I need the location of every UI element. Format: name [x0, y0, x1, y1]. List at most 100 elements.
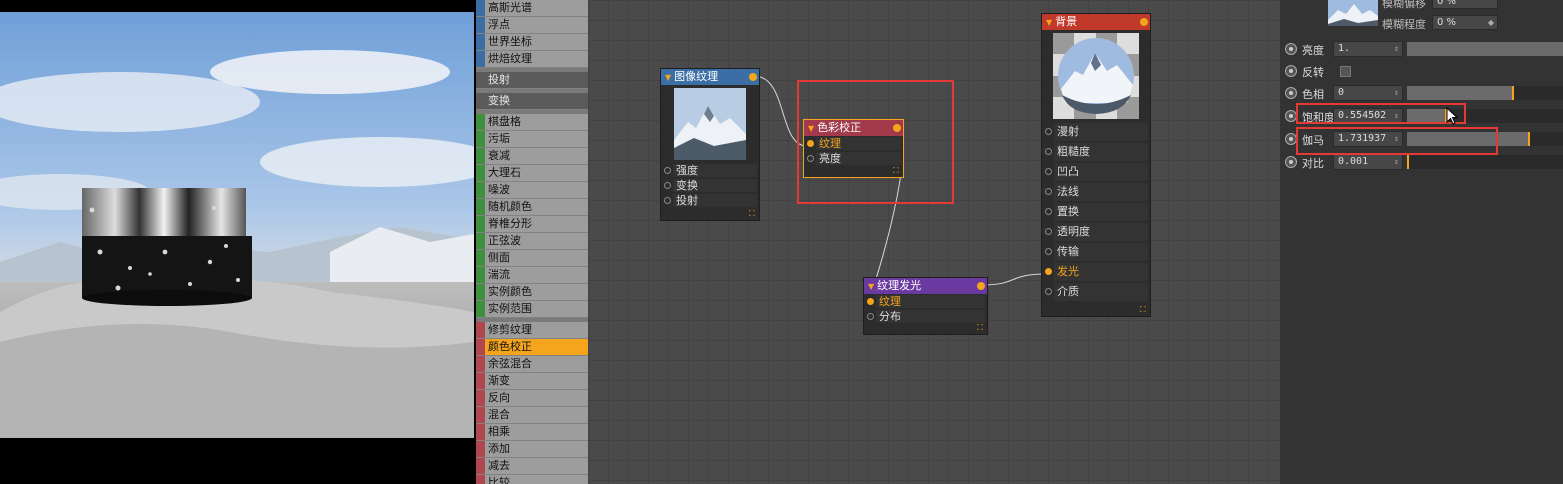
node-list-item[interactable]: 渐变: [476, 373, 588, 390]
port-displacement[interactable]: 置换: [1042, 202, 1150, 222]
node-list-item[interactable]: 实例范围: [476, 301, 588, 318]
port-roughness[interactable]: 粗糙度: [1042, 142, 1150, 162]
material-preview-sphere: [1053, 33, 1139, 119]
resize-icon[interactable]: ⛶: [749, 210, 757, 218]
blur-amount-row: 模糊程度 0 % ◆: [1382, 15, 1562, 31]
node-list-item[interactable]: 衰减: [476, 148, 588, 165]
blur-amount-input[interactable]: 0 % ◆: [1432, 15, 1498, 30]
output-port[interactable]: [749, 73, 757, 81]
contrast-row: 对比 0.001 ⇕: [1280, 153, 1563, 171]
invert-checkbox[interactable]: [1340, 66, 1351, 77]
resize-icon[interactable]: ⛶: [977, 324, 985, 332]
node-list-item[interactable]: 混合: [476, 407, 588, 424]
texture-preview-thumbnail: [1328, 0, 1378, 26]
node-list-item[interactable]: 脊椎分形: [476, 216, 588, 233]
port-medium[interactable]: 介质: [1042, 282, 1150, 302]
image-texture-node[interactable]: ▼ 图像纹理 强度 变换 投射 ⛶: [660, 68, 760, 221]
node-list-item[interactable]: 世界坐标: [476, 34, 588, 51]
port-normal[interactable]: 法线: [1042, 182, 1150, 202]
node-list-item[interactable]: 棋盘格: [476, 114, 588, 131]
animate-toggle-icon[interactable]: [1285, 65, 1297, 77]
node-list-item[interactable]: 污垢: [476, 131, 588, 148]
render-viewport[interactable]: [0, 0, 476, 484]
node-list-item[interactable]: 正弦波: [476, 233, 588, 250]
node-list-item[interactable]: 烘焙纹理: [476, 51, 588, 68]
invert-row: 反转: [1280, 62, 1563, 80]
port-transmission[interactable]: 传输: [1042, 242, 1150, 262]
collapse-triangle-icon[interactable]: ▼: [665, 73, 671, 82]
node-list-item[interactable]: 余弦混合: [476, 356, 588, 373]
node-list-item[interactable]: 大理石: [476, 165, 588, 182]
node-list-item[interactable]: 高斯光谱: [476, 0, 588, 17]
port-texture[interactable]: 纹理: [864, 294, 987, 309]
node-list-item[interactable]: 投射: [476, 72, 588, 89]
node-list-item[interactable]: 实例颜色: [476, 284, 588, 301]
output-port[interactable]: [977, 282, 985, 290]
wire-emission-to-background: [981, 273, 1047, 286]
port-intensity[interactable]: 强度: [661, 163, 759, 178]
node-list-item[interactable]: 修剪纹理: [476, 322, 588, 339]
spinner-icon[interactable]: ⇕: [1394, 155, 1399, 169]
hue-label: 色相: [1302, 88, 1324, 101]
node-list-item[interactable]: 减去: [476, 458, 588, 475]
port-bump[interactable]: 凹凸: [1042, 162, 1150, 182]
texture-emission-node[interactable]: ▼ 纹理发光 纹理 分布 ⛶: [863, 277, 988, 335]
node-title: 图像纹理: [674, 70, 719, 83]
image-texture-header[interactable]: ▼ 图像纹理: [661, 69, 759, 85]
texture-emission-header[interactable]: ▼ 纹理发光: [864, 278, 987, 294]
spinner-icon[interactable]: ⇕: [1394, 42, 1399, 56]
brightness-input[interactable]: 1. ⇕: [1333, 41, 1403, 57]
spinner-icon[interactable]: ⇕: [1394, 86, 1399, 100]
node-list-item[interactable]: 添加: [476, 441, 588, 458]
annotation-box-saturation: [1296, 103, 1466, 124]
brightness-label: 亮度: [1302, 44, 1324, 57]
blur-offset-input[interactable]: 0 %: [1432, 0, 1498, 9]
node-list-item[interactable]: 侧面: [476, 250, 588, 267]
output-port[interactable]: [1140, 18, 1148, 26]
background-material-node[interactable]: ▼ 背景 漫射 粗糙度 凹凸 法线 置换 透明度 传输 发光 介质 ⛶: [1041, 13, 1151, 317]
annotation-box-gamma: [1296, 127, 1498, 155]
brightness-row: 亮度 1. ⇕: [1280, 40, 1563, 58]
node-list-item[interactable]: 湍流: [476, 267, 588, 284]
blur-amount-label: 模糊程度: [1382, 18, 1426, 31]
node-editor-canvas[interactable]: ▼图像纹理 强度 变换 投射 ⛶ ▼色彩校正 纹理 亮度 ⛶ ▼纹理发光: [588, 0, 1280, 484]
animate-toggle-icon[interactable]: [1285, 43, 1297, 55]
contrast-input[interactable]: 0.001 ⇕: [1333, 154, 1403, 170]
properties-panel: 模糊偏移 0 % 模糊程度 0 % ◆ 亮度 1. ⇕ 反转 色相 0 ⇕ 饱和度 0.55450…: [1280, 0, 1563, 484]
node-title: 纹理发光: [877, 279, 922, 292]
port-emission[interactable]: 发光: [1042, 262, 1150, 282]
node-list-item[interactable]: 变换: [476, 93, 588, 110]
port-transform[interactable]: 变换: [661, 178, 759, 193]
node-type-list: 高斯光谱 浮点 世界坐标 烘焙纹理投射变换棋盘格 污垢 衰减 大理石 噪波 随机颜色 脊椎分形 正弦…: [476, 0, 588, 484]
resize-icon[interactable]: ⛶: [1140, 306, 1148, 314]
mouse-cursor-icon: [1446, 106, 1459, 128]
node-list-item[interactable]: 反向: [476, 390, 588, 407]
hue-input[interactable]: 0 ⇕: [1333, 85, 1403, 101]
hue-row: 色相 0 ⇕: [1280, 84, 1563, 102]
animate-toggle-icon[interactable]: [1285, 87, 1297, 99]
node-list-item[interactable]: 噪波: [476, 182, 588, 199]
node-list-item[interactable]: 相乘: [476, 424, 588, 441]
node-list-item[interactable]: 颜色校正: [476, 339, 588, 356]
collapse-triangle-icon[interactable]: ▼: [868, 282, 874, 291]
image-texture-thumbnail: [674, 88, 746, 160]
port-distribution[interactable]: 分布: [864, 309, 987, 324]
contrast-label: 对比: [1302, 157, 1324, 170]
node-title: 背景: [1055, 15, 1078, 28]
port-projection[interactable]: 投射: [661, 193, 759, 208]
render-preview-image: [0, 12, 474, 438]
blur-offset-label: 模糊偏移: [1382, 0, 1426, 10]
node-list-item[interactable]: 浮点: [476, 17, 588, 34]
node-list-item[interactable]: 比较: [476, 475, 588, 484]
collapse-triangle-icon[interactable]: ▼: [1046, 18, 1052, 27]
contrast-slider[interactable]: [1407, 155, 1563, 169]
background-header[interactable]: ▼ 背景: [1042, 14, 1150, 30]
port-diffuse[interactable]: 漫射: [1042, 122, 1150, 142]
hue-slider[interactable]: [1407, 86, 1563, 100]
node-list-item[interactable]: 随机颜色: [476, 199, 588, 216]
port-opacity[interactable]: 透明度: [1042, 222, 1150, 242]
brightness-slider[interactable]: [1407, 42, 1563, 56]
animate-toggle-icon[interactable]: [1285, 156, 1297, 168]
invert-label: 反转: [1302, 66, 1324, 79]
blur-offset-row: 模糊偏移 0 %: [1382, 0, 1562, 10]
